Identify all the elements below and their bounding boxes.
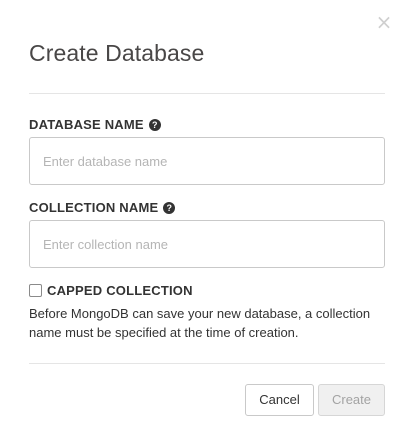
collection-name-label-text: COLLECTION NAME xyxy=(29,200,159,215)
database-name-input[interactable] xyxy=(29,137,385,185)
database-name-label-text: DATABASE NAME xyxy=(29,117,144,132)
header-divider xyxy=(29,93,385,94)
close-icon[interactable]: × xyxy=(374,10,394,34)
cancel-button[interactable]: Cancel xyxy=(245,384,314,416)
create-button[interactable]: Create xyxy=(318,384,385,416)
capped-collection-label: CAPPED COLLECTION xyxy=(47,283,193,298)
collection-name-label: COLLECTION NAME ? xyxy=(29,200,176,215)
footer-divider xyxy=(29,363,385,364)
dialog-title: Create Database xyxy=(29,40,205,66)
capped-collection-checkbox[interactable] xyxy=(29,284,42,297)
database-name-label: DATABASE NAME ? xyxy=(29,117,161,132)
question-circle-icon[interactable]: ? xyxy=(148,118,161,131)
create-database-dialog: × Create Database DATABASE NAME ? COLLEC… xyxy=(0,0,414,445)
capped-collection-row[interactable]: CAPPED COLLECTION xyxy=(29,283,193,298)
collection-required-note: Before MongoDB can save your new databas… xyxy=(29,306,371,340)
collection-name-input[interactable] xyxy=(29,220,385,268)
question-circle-icon[interactable]: ? xyxy=(163,201,176,214)
